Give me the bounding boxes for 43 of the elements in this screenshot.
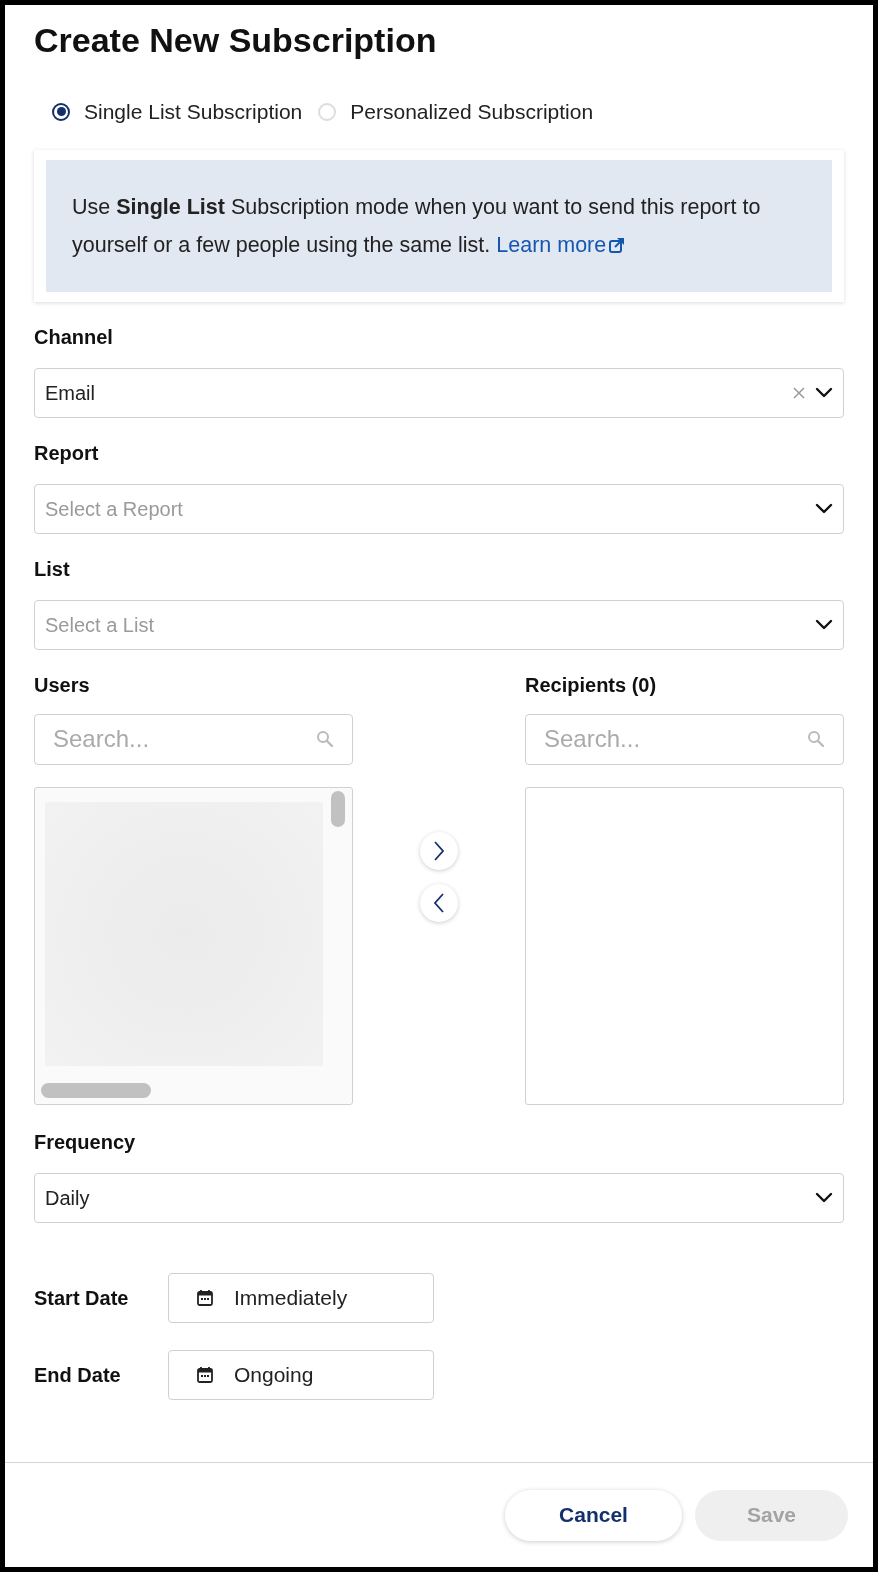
clear-icon[interactable] xyxy=(793,386,805,399)
select-placeholder: Select a List xyxy=(45,612,155,638)
select-value: Daily xyxy=(45,1185,91,1211)
select-placeholder: Select a Report xyxy=(45,496,184,522)
search-icon xyxy=(316,730,334,748)
calendar-icon xyxy=(196,1288,214,1307)
chevron-down-icon xyxy=(815,1191,833,1204)
info-text: Use Single List Subscription mode when you want to send this report to yourself or a few people using the same list. Learn more xyxy=(72,187,806,264)
search-input[interactable]: Search... xyxy=(544,721,807,757)
field-label: Frequency xyxy=(34,1129,137,1155)
search-input[interactable]: Search... xyxy=(53,721,316,757)
cancel-button[interactable]: Cancel xyxy=(505,1489,682,1541)
date-picker[interactable]: Immediately xyxy=(168,1272,434,1323)
field-label: List xyxy=(34,556,71,582)
search-icon xyxy=(807,730,825,748)
vertical-scrollbar-thumb[interactable] xyxy=(331,790,345,827)
chevron-right-icon xyxy=(433,839,445,862)
radio-option[interactable]: Single List Subscription xyxy=(52,96,303,128)
date-label: Start Date xyxy=(34,1285,130,1311)
learn-more-link[interactable]: Learn more xyxy=(496,225,626,264)
chevron-left-icon xyxy=(433,891,445,914)
search-field[interactable]: Search... xyxy=(34,713,353,765)
calendar-icon xyxy=(196,1365,214,1384)
move-right-button[interactable] xyxy=(420,831,458,870)
field-label: Channel xyxy=(34,324,114,350)
radio-button[interactable] xyxy=(52,102,70,121)
dialog-title: Create New Subscription xyxy=(34,20,438,61)
field-label: Users xyxy=(34,672,91,698)
chevron-down-icon xyxy=(815,618,833,631)
date-label: End Date xyxy=(34,1362,122,1388)
horizontal-scrollbar-thumb[interactable] xyxy=(41,1082,151,1098)
move-left-button[interactable] xyxy=(420,883,458,922)
chevron-down-icon xyxy=(815,502,833,515)
date-picker[interactable]: Ongoing xyxy=(168,1349,434,1400)
field-label: Recipients (0) xyxy=(525,672,658,698)
select-value: Email xyxy=(45,380,96,406)
select-field[interactable]: Daily xyxy=(34,1172,844,1223)
chevron-down-icon xyxy=(815,386,833,399)
external-link-icon xyxy=(609,236,626,253)
radio-option[interactable]: Personalized Subscription xyxy=(318,96,594,128)
select-field[interactable]: Email xyxy=(34,367,844,418)
field-label: Report xyxy=(34,440,100,466)
search-field[interactable]: Search... xyxy=(525,713,844,765)
